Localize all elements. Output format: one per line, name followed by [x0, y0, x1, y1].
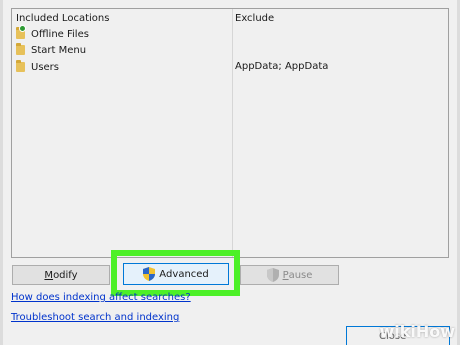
location-label: Offline Files	[31, 28, 89, 40]
advanced-button[interactable]: Advanced	[123, 263, 229, 285]
exclude-value-users: AppData; AppData	[235, 61, 329, 72]
advanced-label: dvanced	[166, 268, 209, 280]
folder-icon	[16, 60, 25, 72]
location-label: Start Menu	[31, 44, 87, 56]
exclude-header[interactable]: Exclude	[235, 13, 274, 24]
window-edge-left	[0, 0, 3, 345]
indexing-options-window: Included Locations Exclude Offline Files…	[0, 0, 460, 345]
uac-shield-icon	[266, 268, 279, 282]
location-row-users[interactable]: Users	[16, 60, 59, 74]
folder-icon	[16, 43, 25, 55]
location-row-start-menu[interactable]: Start Menu	[16, 43, 86, 57]
modify-accel: M	[44, 269, 54, 281]
advanced-accel: A	[159, 268, 167, 280]
offline-folder-icon	[16, 25, 26, 39]
included-locations-header[interactable]: Included Locations	[16, 13, 109, 24]
troubleshoot-search-link[interactable]: Troubleshoot search and indexing	[11, 312, 179, 323]
modify-label: odify	[53, 269, 78, 281]
pause-button[interactable]: Pause	[240, 265, 339, 285]
location-label: Users	[31, 61, 60, 73]
location-row-offline-files[interactable]: Offline Files	[16, 25, 89, 41]
wikihow-watermark: wikiHow	[379, 322, 455, 341]
uac-shield-icon	[143, 267, 156, 281]
included-locations-table[interactable]: Included Locations Exclude Offline Files…	[11, 8, 449, 258]
pause-label: ause	[288, 269, 313, 281]
how-indexing-affects-searches-link[interactable]: How does indexing affect searches?	[11, 292, 191, 303]
column-divider	[232, 9, 233, 257]
modify-button[interactable]: Modify	[12, 265, 110, 285]
